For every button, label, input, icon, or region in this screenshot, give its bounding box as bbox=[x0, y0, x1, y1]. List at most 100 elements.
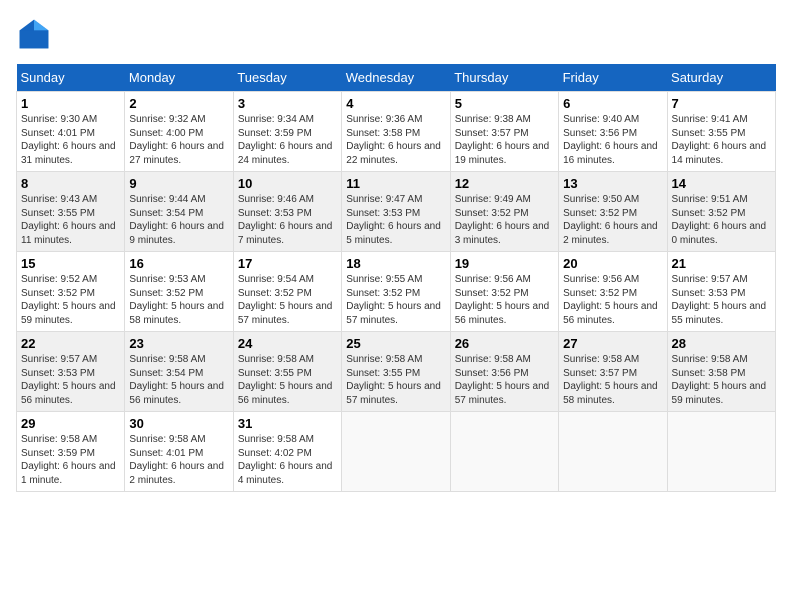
calendar-week-4: 22 Sunrise: 9:57 AMSunset: 3:53 PMDayligh… bbox=[17, 332, 776, 412]
calendar-cell bbox=[667, 412, 775, 492]
day-number: 16 bbox=[129, 256, 228, 271]
header bbox=[16, 16, 776, 52]
day-number: 31 bbox=[238, 416, 337, 431]
day-info: Sunrise: 9:38 AMSunset: 3:57 PMDaylight:… bbox=[455, 113, 554, 167]
calendar-cell: 13 Sunrise: 9:50 AMSunset: 3:52 PMDayligh… bbox=[559, 172, 667, 252]
calendar-cell: 18 Sunrise: 9:55 AMSunset: 3:52 PMDayligh… bbox=[342, 252, 450, 332]
day-number: 8 bbox=[21, 176, 120, 191]
day-info: Sunrise: 9:53 AMSunset: 3:52 PMDaylight:… bbox=[129, 273, 228, 327]
day-number: 5 bbox=[455, 96, 554, 111]
day-number: 22 bbox=[21, 336, 120, 351]
day-info: Sunrise: 9:46 AMSunset: 3:53 PMDaylight:… bbox=[238, 193, 337, 247]
day-number: 28 bbox=[672, 336, 771, 351]
calendar-cell: 8 Sunrise: 9:43 AMSunset: 3:55 PMDaylight… bbox=[17, 172, 125, 252]
calendar-cell: 25 Sunrise: 9:58 AMSunset: 3:55 PMDayligh… bbox=[342, 332, 450, 412]
day-number: 12 bbox=[455, 176, 554, 191]
calendar-cell: 19 Sunrise: 9:56 AMSunset: 3:52 PMDayligh… bbox=[450, 252, 558, 332]
day-number: 6 bbox=[563, 96, 662, 111]
day-info: Sunrise: 9:30 AMSunset: 4:01 PMDaylight:… bbox=[21, 113, 120, 167]
day-info: Sunrise: 9:58 AMSunset: 3:56 PMDaylight:… bbox=[455, 353, 554, 407]
weekday-wednesday: Wednesday bbox=[342, 64, 450, 92]
calendar-cell: 17Sunrise: 9:54 AMSunset: 3:52 PMDayligh… bbox=[233, 252, 341, 332]
day-info: Sunrise: 9:51 AMSunset: 3:52 PMDaylight:… bbox=[672, 193, 771, 247]
calendar-cell bbox=[342, 412, 450, 492]
calendar-cell: 5 Sunrise: 9:38 AMSunset: 3:57 PMDaylight… bbox=[450, 92, 558, 172]
calendar-header: SundayMondayTuesdayWednesdayThursdayFrid… bbox=[17, 64, 776, 92]
day-info: Sunrise: 9:40 AMSunset: 3:56 PMDaylight:… bbox=[563, 113, 662, 167]
calendar-cell: 9 Sunrise: 9:44 AMSunset: 3:54 PMDaylight… bbox=[125, 172, 233, 252]
calendar-cell: 30 Sunrise: 9:58 AMSunset: 4:01 PMDayligh… bbox=[125, 412, 233, 492]
calendar-cell: 7 Sunrise: 9:41 AMSunset: 3:55 PMDaylight… bbox=[667, 92, 775, 172]
calendar-cell: 3Sunrise: 9:34 AMSunset: 3:59 PMDaylight… bbox=[233, 92, 341, 172]
calendar-cell: 20Sunrise: 9:56 AMSunset: 3:52 PMDayligh… bbox=[559, 252, 667, 332]
day-number: 29 bbox=[21, 416, 120, 431]
day-info: Sunrise: 9:47 AMSunset: 3:53 PMDaylight:… bbox=[346, 193, 445, 247]
day-info: Sunrise: 9:56 AMSunset: 3:52 PMDaylight:… bbox=[455, 273, 554, 327]
calendar-week-2: 8 Sunrise: 9:43 AMSunset: 3:55 PMDaylight… bbox=[17, 172, 776, 252]
day-number: 3 bbox=[238, 96, 337, 111]
day-number: 7 bbox=[672, 96, 771, 111]
calendar-cell: 22 Sunrise: 9:57 AMSunset: 3:53 PMDayligh… bbox=[17, 332, 125, 412]
calendar-cell: 29 Sunrise: 9:58 AMSunset: 3:59 PMDayligh… bbox=[17, 412, 125, 492]
calendar-cell: 10 Sunrise: 9:46 AMSunset: 3:53 PMDayligh… bbox=[233, 172, 341, 252]
day-info: Sunrise: 9:44 AMSunset: 3:54 PMDaylight:… bbox=[129, 193, 228, 247]
day-info: Sunrise: 9:58 AMSunset: 3:57 PMDaylight:… bbox=[563, 353, 662, 407]
day-info: Sunrise: 9:50 AMSunset: 3:52 PMDaylight:… bbox=[563, 193, 662, 247]
calendar-cell: 14Sunrise: 9:51 AMSunset: 3:52 PMDayligh… bbox=[667, 172, 775, 252]
day-info: Sunrise: 9:58 AMSunset: 4:02 PMDaylight:… bbox=[238, 433, 337, 487]
calendar-cell: 2 Sunrise: 9:32 AMSunset: 4:00 PMDaylight… bbox=[125, 92, 233, 172]
calendar-cell: 1 Sunrise: 9:30 AMSunset: 4:01 PMDaylight… bbox=[17, 92, 125, 172]
day-number: 27 bbox=[563, 336, 662, 351]
calendar-cell: 4 Sunrise: 9:36 AMSunset: 3:58 PMDaylight… bbox=[342, 92, 450, 172]
day-number: 24 bbox=[238, 336, 337, 351]
calendar-cell: 11 Sunrise: 9:47 AMSunset: 3:53 PMDayligh… bbox=[342, 172, 450, 252]
day-number: 9 bbox=[129, 176, 228, 191]
calendar: SundayMondayTuesdayWednesdayThursdayFrid… bbox=[16, 64, 776, 492]
calendar-cell: 12 Sunrise: 9:49 AMSunset: 3:52 PMDayligh… bbox=[450, 172, 558, 252]
weekday-tuesday: Tuesday bbox=[233, 64, 341, 92]
calendar-cell: 26 Sunrise: 9:58 AMSunset: 3:56 PMDayligh… bbox=[450, 332, 558, 412]
day-info: Sunrise: 9:58 AMSunset: 3:54 PMDaylight:… bbox=[129, 353, 228, 407]
calendar-cell: 31 Sunrise: 9:58 AMSunset: 4:02 PMDayligh… bbox=[233, 412, 341, 492]
day-info: Sunrise: 9:43 AMSunset: 3:55 PMDaylight:… bbox=[21, 193, 120, 247]
calendar-cell bbox=[559, 412, 667, 492]
calendar-cell: 27 Sunrise: 9:58 AMSunset: 3:57 PMDayligh… bbox=[559, 332, 667, 412]
day-info: Sunrise: 9:58 AMSunset: 3:55 PMDaylight:… bbox=[238, 353, 337, 407]
day-number: 4 bbox=[346, 96, 445, 111]
weekday-monday: Monday bbox=[125, 64, 233, 92]
day-info: Sunrise: 9:41 AMSunset: 3:55 PMDaylight:… bbox=[672, 113, 771, 167]
day-number: 19 bbox=[455, 256, 554, 271]
day-number: 18 bbox=[346, 256, 445, 271]
day-number: 21 bbox=[672, 256, 771, 271]
day-info: Sunrise: 9:58 AMSunset: 3:59 PMDaylight:… bbox=[21, 433, 120, 487]
day-info: Sunrise: 9:32 AMSunset: 4:00 PMDaylight:… bbox=[129, 113, 228, 167]
day-number: 1 bbox=[21, 96, 120, 111]
calendar-week-3: 15Sunrise: 9:52 AMSunset: 3:52 PMDayligh… bbox=[17, 252, 776, 332]
day-number: 11 bbox=[346, 176, 445, 191]
day-info: Sunrise: 9:57 AMSunset: 3:53 PMDaylight:… bbox=[672, 273, 771, 327]
day-info: Sunrise: 9:49 AMSunset: 3:52 PMDaylight:… bbox=[455, 193, 554, 247]
day-number: 10 bbox=[238, 176, 337, 191]
day-number: 25 bbox=[346, 336, 445, 351]
weekday-friday: Friday bbox=[559, 64, 667, 92]
day-info: Sunrise: 9:36 AMSunset: 3:58 PMDaylight:… bbox=[346, 113, 445, 167]
day-number: 2 bbox=[129, 96, 228, 111]
day-number: 17 bbox=[238, 256, 337, 271]
weekday-sunday: Sunday bbox=[17, 64, 125, 92]
calendar-body: 1 Sunrise: 9:30 AMSunset: 4:01 PMDaylight… bbox=[17, 92, 776, 492]
day-number: 30 bbox=[129, 416, 228, 431]
calendar-cell: 16 Sunrise: 9:53 AMSunset: 3:52 PMDayligh… bbox=[125, 252, 233, 332]
day-number: 26 bbox=[455, 336, 554, 351]
day-info: Sunrise: 9:58 AMSunset: 3:55 PMDaylight:… bbox=[346, 353, 445, 407]
day-info: Sunrise: 9:55 AMSunset: 3:52 PMDaylight:… bbox=[346, 273, 445, 327]
day-info: Sunrise: 9:58 AMSunset: 3:58 PMDaylight:… bbox=[672, 353, 771, 407]
day-number: 13 bbox=[563, 176, 662, 191]
calendar-week-1: 1 Sunrise: 9:30 AMSunset: 4:01 PMDaylight… bbox=[17, 92, 776, 172]
day-info: Sunrise: 9:58 AMSunset: 4:01 PMDaylight:… bbox=[129, 433, 228, 487]
day-info: Sunrise: 9:56 AMSunset: 3:52 PMDaylight:… bbox=[563, 273, 662, 327]
weekday-saturday: Saturday bbox=[667, 64, 775, 92]
calendar-cell: 15Sunrise: 9:52 AMSunset: 3:52 PMDayligh… bbox=[17, 252, 125, 332]
day-info: Sunrise: 9:57 AMSunset: 3:53 PMDaylight:… bbox=[21, 353, 120, 407]
logo-icon bbox=[16, 16, 52, 52]
day-number: 15 bbox=[21, 256, 120, 271]
